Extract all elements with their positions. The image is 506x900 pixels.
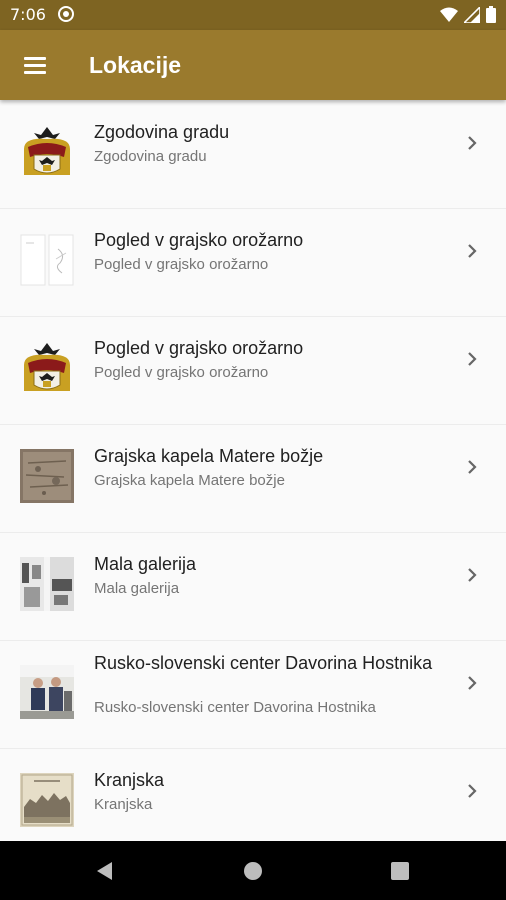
sketch-thumbnail — [20, 233, 74, 287]
chevron-right-icon — [468, 352, 477, 366]
navigation-bar — [0, 841, 506, 900]
gallery-photo-thumbnail — [20, 557, 74, 611]
signal-icon — [464, 6, 480, 23]
wifi-icon — [440, 7, 458, 22]
list-item-title: Rusko-slovenski center Davorina Hostnika — [94, 653, 433, 673]
locations-list: Zgodovina gradu Zgodovina gradu Pogled v… — [0, 100, 506, 841]
coat-of-arms-thumbnail — [20, 125, 74, 179]
list-item[interactable]: Zgodovina gradu Zgodovina gradu — [0, 100, 506, 209]
list-item[interactable]: Pogled v grajsko orožarno Pogled v grajs… — [0, 208, 506, 317]
engraving-thumbnail — [20, 773, 74, 827]
menu-icon — [24, 57, 46, 60]
list-item-subtitle: Mala galerija — [94, 580, 180, 597]
list-item-title: Pogled v grajsko orožarno — [94, 230, 304, 250]
stone-photo-thumbnail — [20, 449, 74, 503]
notification-icon — [58, 6, 74, 22]
people-photo-thumbnail — [20, 665, 74, 719]
chevron-right-icon — [468, 676, 477, 690]
chevron-right-icon — [468, 568, 477, 582]
list-item-subtitle: Rusko-slovenski center Davorina Hostnika — [94, 699, 376, 716]
status-icons — [440, 6, 496, 23]
status-time: 7:06 — [10, 5, 46, 24]
list-item[interactable]: Grajska kapela Matere božje Grajska kape… — [0, 424, 506, 533]
list-item[interactable]: Pogled v grajsko orožarno Pogled v grajs… — [0, 316, 506, 425]
back-icon[interactable] — [94, 860, 116, 882]
list-item[interactable]: Rusko-slovenski center Davorina Hostnika… — [0, 640, 506, 749]
list-item-subtitle: Pogled v grajsko orožarno — [94, 364, 269, 381]
menu-button[interactable] — [14, 45, 56, 85]
battery-icon — [486, 6, 496, 23]
recents-icon[interactable] — [389, 860, 411, 882]
list-item-subtitle: Grajska kapela Matere božje — [94, 472, 285, 489]
list-item[interactable]: Mala galerija Mala galerija — [0, 532, 506, 641]
home-icon[interactable] — [242, 860, 264, 882]
coat-of-arms-thumbnail — [20, 341, 74, 395]
chevron-right-icon — [468, 136, 477, 150]
status-bar: 7:06 — [0, 0, 506, 30]
list-item[interactable]: Kranjska Kranjska — [0, 748, 506, 841]
list-item-subtitle: Pogled v grajsko orožarno — [94, 256, 269, 273]
chevron-right-icon — [468, 784, 477, 798]
list-item-title: Zgodovina gradu — [94, 122, 230, 142]
list-item-title: Kranjska — [94, 770, 165, 790]
page-title: Lokacije — [89, 52, 182, 78]
chevron-right-icon — [468, 460, 477, 474]
list-item-subtitle: Zgodovina gradu — [94, 148, 207, 165]
list-item-title: Grajska kapela Matere božje — [94, 446, 324, 466]
list-item-title: Pogled v grajsko orožarno — [94, 338, 304, 358]
list-item-title: Mala galerija — [94, 554, 197, 574]
list-item-subtitle: Kranjska — [94, 796, 153, 813]
app-bar: Lokacije — [0, 30, 506, 100]
chevron-right-icon — [468, 244, 477, 258]
